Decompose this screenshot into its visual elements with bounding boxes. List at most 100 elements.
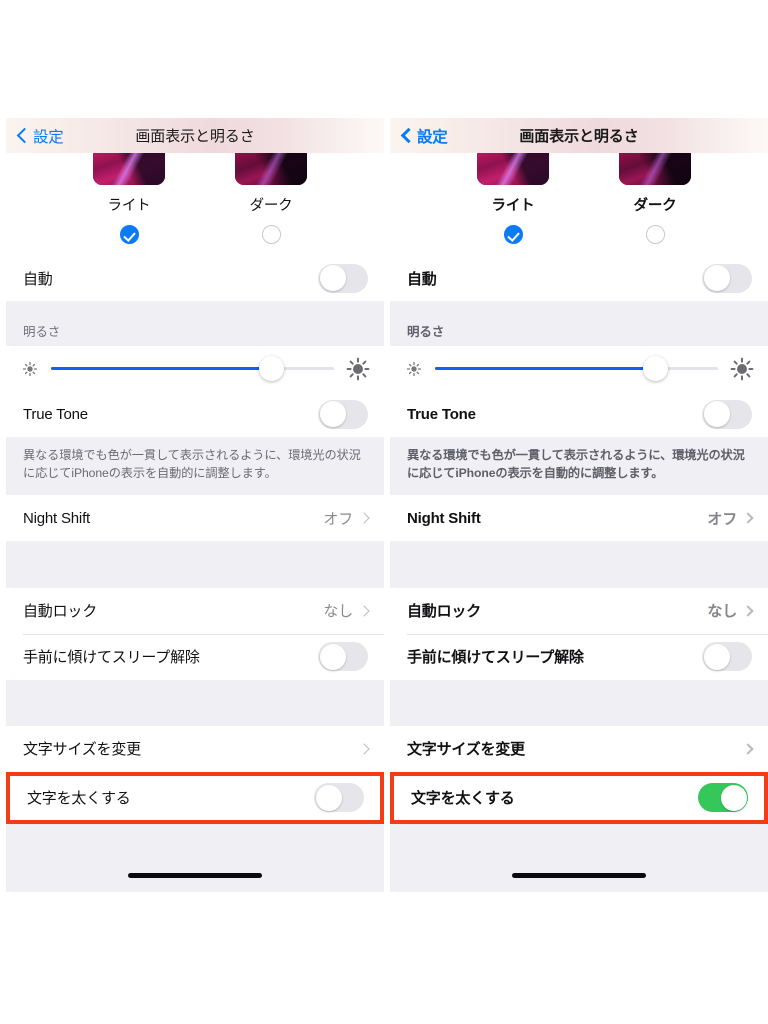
auto-lock-label: 自動ロック bbox=[407, 603, 482, 621]
auto-lock-value: なし bbox=[323, 603, 353, 621]
screenshot-canvas: 設定 画面表示と明るさ ライト ダーク 自動 明るさ True Tone 異なる… bbox=[0, 0, 768, 1024]
text-size-label: 文字サイズを変更 bbox=[23, 741, 141, 759]
bold-text-toggle[interactable] bbox=[314, 783, 364, 813]
bold-text-label: 文字を太くする bbox=[27, 790, 131, 808]
light-option-radio[interactable] bbox=[503, 225, 523, 245]
lock-group: 自動ロック なし 手前に傾けてスリープ解除 bbox=[390, 587, 768, 680]
chevron-right-icon bbox=[358, 604, 370, 617]
bold-text-toggle[interactable] bbox=[698, 783, 748, 813]
brightness-knob[interactable] bbox=[643, 356, 669, 382]
true-tone-label: True Tone bbox=[23, 405, 88, 423]
row-night-shift[interactable]: Night Shift オフ bbox=[6, 495, 384, 542]
night-shift-group: Night Shift オフ bbox=[6, 495, 384, 542]
light-wallpaper-thumbnail bbox=[93, 153, 165, 186]
night-shift-group: Night Shift オフ bbox=[390, 495, 768, 542]
row-true-tone[interactable]: True Tone bbox=[6, 391, 384, 438]
automatic-toggle[interactable] bbox=[318, 263, 368, 293]
light-option-label: ライト bbox=[491, 198, 535, 215]
sun-large-icon bbox=[346, 357, 370, 381]
chevron-right-icon bbox=[742, 512, 754, 524]
true-tone-toggle[interactable] bbox=[702, 399, 752, 429]
page-title: 画面表示と明るさ bbox=[135, 128, 255, 146]
dark-wallpaper-thumbnail bbox=[619, 153, 691, 186]
true-tone-footnote-text: 異なる環境でも色が一貫して表示されるように、環境光の状況に応じてiPhoneの表… bbox=[407, 448, 745, 481]
page-title: 画面表示と明るさ bbox=[519, 128, 639, 146]
dark-wallpaper-thumbnail bbox=[235, 153, 307, 186]
row-automatic[interactable]: 自動 bbox=[390, 255, 768, 302]
row-text-size[interactable]: 文字サイズを変更 bbox=[6, 725, 384, 772]
night-shift-label: Night Shift bbox=[23, 509, 90, 527]
bottom-area bbox=[6, 823, 384, 892]
light-option-label: ライト bbox=[107, 198, 151, 215]
row-true-tone[interactable]: True Tone bbox=[390, 391, 768, 438]
spacer-after-night-shift bbox=[6, 541, 384, 588]
automatic-label: 自動 bbox=[23, 270, 53, 288]
dark-option-label: ダーク bbox=[633, 198, 677, 215]
sun-large-icon bbox=[730, 357, 754, 381]
row-bold-text[interactable]: 文字を太くする bbox=[394, 775, 764, 820]
appearance-option-light[interactable]: ライト bbox=[69, 153, 189, 245]
true-tone-footnote: 異なる環境でも色が一貫して表示されるように、環境光の状況に応じてiPhoneの表… bbox=[6, 437, 384, 496]
dark-option-radio[interactable] bbox=[645, 225, 665, 245]
automatic-toggle[interactable] bbox=[702, 263, 752, 293]
appearance-option-light[interactable]: ライト bbox=[453, 153, 573, 245]
automatic-group: 自動 bbox=[6, 255, 384, 302]
sun-small-icon bbox=[22, 361, 38, 376]
lock-group: 自動ロック なし 手前に傾けてスリープ解除 bbox=[6, 587, 384, 680]
brightness-section-header: 明るさ bbox=[390, 301, 768, 347]
true-tone-toggle[interactable] bbox=[318, 399, 368, 429]
night-shift-value: オフ bbox=[707, 510, 737, 528]
raise-to-wake-label: 手前に傾けてスリープ解除 bbox=[23, 649, 200, 667]
spacer-after-night-shift bbox=[390, 541, 768, 588]
row-raise-to-wake[interactable]: 手前に傾けてスリープ解除 bbox=[390, 633, 768, 680]
bold-text-highlight-box: 文字を太くする bbox=[390, 771, 768, 824]
brightness-track[interactable] bbox=[435, 356, 718, 382]
true-tone-label: True Tone bbox=[407, 405, 476, 423]
true-tone-footnote-text: 異なる環境でも色が一貫して表示されるように、環境光の状況に応じてiPhoneの表… bbox=[23, 448, 361, 481]
row-night-shift[interactable]: Night Shift オフ bbox=[390, 495, 768, 542]
light-option-radio[interactable] bbox=[119, 225, 139, 245]
bold-text-label: 文字を太くする bbox=[411, 790, 515, 808]
auto-lock-label: 自動ロック bbox=[23, 603, 98, 621]
row-automatic[interactable]: 自動 bbox=[6, 255, 384, 302]
chevron-right-icon bbox=[742, 604, 754, 617]
light-wallpaper-thumbnail bbox=[477, 153, 549, 186]
row-auto-lock[interactable]: 自動ロック なし bbox=[390, 587, 768, 634]
row-raise-to-wake[interactable]: 手前に傾けてスリープ解除 bbox=[6, 633, 384, 680]
navigation-bar: 設定 画面表示と明るさ bbox=[390, 118, 768, 154]
true-tone-footnote: 異なる環境でも色が一貫して表示されるように、環境光の状況に応じてiPhoneの表… bbox=[390, 437, 768, 496]
row-bold-text[interactable]: 文字を太くする bbox=[10, 775, 380, 820]
row-text-size[interactable]: 文字サイズを変更 bbox=[390, 725, 768, 772]
appearance-selector: ライト ダーク bbox=[390, 153, 768, 256]
night-shift-value: オフ bbox=[323, 510, 353, 528]
brightness-header-label: 明るさ bbox=[407, 325, 445, 340]
brightness-slider-row[interactable] bbox=[390, 346, 768, 392]
raise-to-wake-label: 手前に傾けてスリープ解除 bbox=[407, 649, 584, 667]
phone-screen-bold-text-off: 設定 画面表示と明るさ ライト ダーク 自動 明るさ True Tone 異なる… bbox=[6, 118, 384, 892]
row-auto-lock[interactable]: 自動ロック なし bbox=[6, 587, 384, 634]
text-size-group: 文字サイズを変更 bbox=[390, 725, 768, 772]
home-indicator bbox=[128, 872, 262, 878]
sun-small-icon bbox=[406, 361, 422, 376]
bold-text-highlight-box: 文字を太くする bbox=[6, 771, 384, 824]
appearance-selector: ライト ダーク bbox=[6, 153, 384, 256]
appearance-option-dark[interactable]: ダーク bbox=[595, 153, 715, 245]
brightness-header-label: 明るさ bbox=[23, 325, 61, 340]
brightness-fill bbox=[435, 367, 656, 371]
raise-to-wake-toggle[interactable] bbox=[318, 642, 368, 672]
night-shift-label: Night Shift bbox=[407, 509, 481, 527]
spacer-after-lock-group bbox=[390, 679, 768, 726]
appearance-option-dark[interactable]: ダーク bbox=[211, 153, 331, 245]
dark-option-radio[interactable] bbox=[261, 225, 281, 245]
text-size-group: 文字サイズを変更 bbox=[6, 725, 384, 772]
auto-lock-value: なし bbox=[707, 603, 737, 621]
raise-to-wake-toggle[interactable] bbox=[702, 642, 752, 672]
brightness-section-header: 明るさ bbox=[6, 301, 384, 347]
phone-screen-bold-text-on: 設定 画面表示と明るさ ライト ダーク 自動 明るさ True Tone 異なる… bbox=[390, 118, 768, 892]
brightness-knob[interactable] bbox=[259, 356, 285, 382]
automatic-group: 自動 bbox=[390, 255, 768, 302]
brightness-track[interactable] bbox=[51, 356, 334, 382]
text-size-label: 文字サイズを変更 bbox=[407, 741, 525, 759]
chevron-right-icon bbox=[358, 743, 370, 755]
brightness-slider-row[interactable] bbox=[6, 346, 384, 392]
